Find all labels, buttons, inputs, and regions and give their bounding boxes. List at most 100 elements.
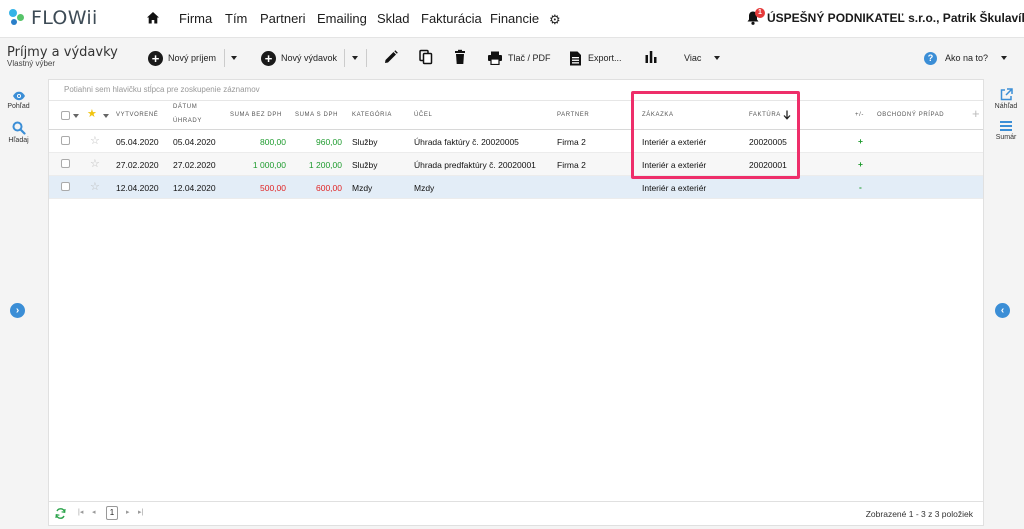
row-checkbox[interactable] xyxy=(61,159,70,168)
cell-category: Služby xyxy=(352,160,378,170)
header-category[interactable]: KATEGÓRIA xyxy=(352,112,392,118)
table-row[interactable]: ☆ 05.04.2020 05.04.2020 800,00 960,00 Sl… xyxy=(49,130,983,153)
bar-chart-icon[interactable] xyxy=(643,49,659,65)
current-page[interactable]: 1 xyxy=(106,506,118,520)
more-dropdown-icon[interactable] xyxy=(714,56,720,60)
view-name: Vlastný výber xyxy=(7,59,56,68)
logo[interactable]: FLOWii xyxy=(7,6,98,30)
help-button[interactable]: ? Ako na to? xyxy=(924,49,988,67)
star-outline-icon[interactable]: ☆ xyxy=(90,180,100,193)
view-button[interactable]: Pohľad xyxy=(0,91,37,110)
plus-circle-icon: + xyxy=(148,50,163,66)
row-checkbox[interactable] xyxy=(61,136,70,145)
cell-sign: + xyxy=(858,159,863,169)
divider xyxy=(366,49,367,67)
star-outline-icon[interactable]: ☆ xyxy=(90,134,100,147)
search-button[interactable]: Hľadaj xyxy=(0,121,37,144)
items-shown-count: Zobrazené 1 - 3 z 3 položiek xyxy=(865,509,973,519)
print-pdf-label: Tlač / PDF xyxy=(508,53,551,63)
header-deal[interactable]: OBCHODNÝ PRÍPAD xyxy=(877,112,944,118)
data-grid: Potiahni sem hlavičku stĺpca pre zoskupe… xyxy=(48,79,984,502)
toolbar: Príjmy a výdavky Vlastný výber + Nový pr… xyxy=(0,39,1024,79)
help-icon: ? xyxy=(924,51,937,65)
copy-icon[interactable] xyxy=(418,49,434,65)
eye-icon xyxy=(12,91,25,101)
top-navigation: FLOWii Firma Tím Partneri Emailing Sklad… xyxy=(0,0,1024,38)
nav-emailing[interactable]: Emailing xyxy=(317,11,367,26)
cell-net-amount: 1 000,00 xyxy=(252,160,286,170)
table-row[interactable]: ☆ 12.04.2020 12.04.2020 500,00 600,00 Mz… xyxy=(49,176,983,199)
nav-partneri[interactable]: Partneri xyxy=(260,11,306,26)
header-paid-date[interactable]: DÁTUM xyxy=(173,104,197,110)
search-icon xyxy=(12,121,26,135)
export-file-icon xyxy=(570,51,581,65)
expand-right-panel-icon[interactable]: ‹ xyxy=(995,303,1010,318)
expand-left-panel-icon[interactable]: › xyxy=(10,303,25,318)
refresh-icon[interactable] xyxy=(55,508,66,519)
page-title: Príjmy a výdavky xyxy=(7,45,118,60)
divider xyxy=(344,49,345,67)
header-gross-amount[interactable]: SUMA S DPH xyxy=(295,112,338,118)
summary-button[interactable]: Sumár xyxy=(988,120,1024,141)
star-outline-icon[interactable]: ☆ xyxy=(90,157,100,170)
cell-partner: Firma 2 xyxy=(557,137,586,147)
cell-partner: Firma 2 xyxy=(557,160,586,170)
header-partner[interactable]: PARTNER xyxy=(557,112,589,118)
list-icon xyxy=(1000,121,1012,131)
nav-sklad[interactable]: Sklad xyxy=(377,11,410,26)
new-income-button[interactable]: + Nový príjem xyxy=(148,49,216,67)
cell-category: Mzdy xyxy=(352,183,373,193)
help-dropdown-icon[interactable] xyxy=(1001,56,1007,60)
header-paid-date-line2: ÚHRADY xyxy=(173,118,202,124)
logo-text: FLOWii xyxy=(31,7,98,29)
select-all-checkbox[interactable] xyxy=(61,111,70,120)
add-column-icon[interactable]: + xyxy=(972,106,980,121)
first-page-icon[interactable]: |◂ xyxy=(78,508,83,516)
last-page-icon[interactable]: ▸| xyxy=(138,508,143,516)
header-sign[interactable]: +/- xyxy=(855,112,864,118)
cell-created: 12.04.2020 xyxy=(116,183,159,193)
help-label: Ako na to? xyxy=(945,53,989,63)
gear-icon[interactable]: ⚙ xyxy=(549,12,561,28)
preview-button[interactable]: Náhľad xyxy=(988,88,1024,110)
nav-financie[interactable]: Financie xyxy=(490,11,539,26)
previous-page-icon[interactable]: ◂ xyxy=(92,508,96,516)
company-user-menu[interactable]: ÚSPEŠNÝ PODNIKATEĽ s.r.o., Patrik Škulav… xyxy=(767,11,1024,25)
group-drop-zone[interactable]: Potiahni sem hlavičku stĺpca pre zoskupe… xyxy=(64,85,260,94)
new-income-dropdown-icon[interactable] xyxy=(231,56,237,60)
highlight-box xyxy=(631,91,800,179)
nav-tim[interactable]: Tím xyxy=(225,11,247,26)
flowii-logo-icon xyxy=(7,7,27,29)
table-row[interactable]: ☆ 27.02.2020 27.02.2020 1 000,00 1 200,0… xyxy=(49,153,983,176)
pencil-icon[interactable] xyxy=(383,49,399,65)
print-pdf-button[interactable]: Tlač / PDF xyxy=(487,49,551,67)
select-dropdown-icon[interactable] xyxy=(73,114,79,118)
export-button[interactable]: Export... xyxy=(569,49,622,67)
summary-label: Sumár xyxy=(995,134,1017,141)
divider xyxy=(49,100,983,101)
nav-fakturacia[interactable]: Fakturácia xyxy=(421,11,482,26)
header-purpose[interactable]: ÚČEL xyxy=(414,112,432,118)
more-dropdown[interactable]: Viac xyxy=(684,49,701,67)
new-expense-label: Nový výdavok xyxy=(281,53,338,63)
export-label: Export... xyxy=(588,53,622,63)
cell-gross-amount: 960,00 xyxy=(316,137,342,147)
nav-firma[interactable]: Firma xyxy=(179,11,212,26)
new-expense-dropdown-icon[interactable] xyxy=(352,56,358,60)
star-dropdown-icon[interactable] xyxy=(103,114,109,118)
header-net-amount[interactable]: SUMA BEZ DPH xyxy=(230,112,282,118)
cell-purpose: Mzdy xyxy=(414,183,435,193)
trash-icon[interactable] xyxy=(452,49,468,65)
header-created[interactable]: VYTVORENÉ xyxy=(116,112,158,118)
cell-purpose: Úhrada predfaktúry č. 20020001 xyxy=(414,160,536,170)
cell-paid-date: 27.02.2020 xyxy=(173,160,216,170)
new-expense-button[interactable]: + Nový výdavok xyxy=(261,49,337,67)
home-icon[interactable] xyxy=(146,11,160,25)
plus-circle-icon: + xyxy=(261,50,276,66)
more-label: Viac xyxy=(684,53,702,63)
star-filled-icon[interactable]: ★ xyxy=(87,107,97,120)
cell-created: 27.02.2020 xyxy=(116,160,159,170)
next-page-icon[interactable]: ▸ xyxy=(126,508,130,516)
row-checkbox[interactable] xyxy=(61,182,70,191)
cell-gross-amount: 600,00 xyxy=(316,183,342,193)
